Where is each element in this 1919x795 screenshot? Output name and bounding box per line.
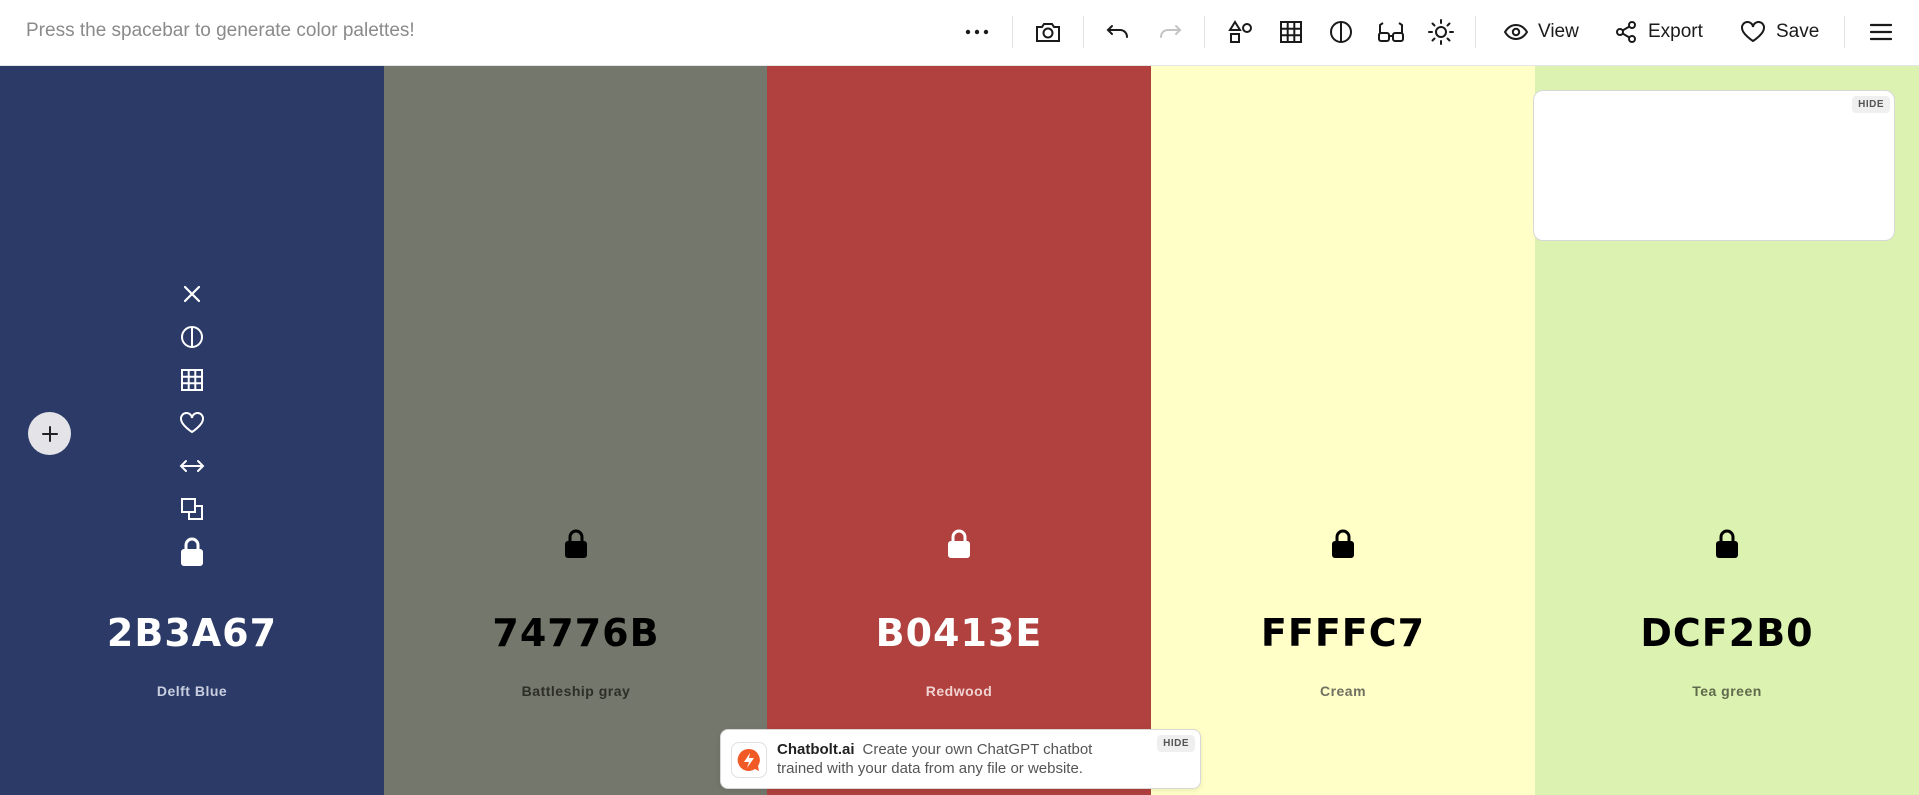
spacebar-hint: Press the spacebar to generate color pal… — [26, 20, 415, 41]
shades-button[interactable] — [172, 315, 212, 358]
top-toolbar: Press the spacebar to generate color pal… — [0, 0, 1919, 66]
lock-color-button[interactable] — [172, 530, 212, 573]
camera-button[interactable] — [1033, 14, 1063, 50]
menu-button[interactable] — [1867, 14, 1895, 50]
shapes-icon — [1228, 20, 1252, 43]
redo-button[interactable] — [1155, 14, 1185, 50]
grid-button[interactable] — [1276, 14, 1306, 50]
ad-box: HIDE — [1533, 90, 1895, 241]
color-hex[interactable]: 74776B — [384, 611, 768, 655]
toolbar-divider — [1012, 16, 1013, 48]
color-column[interactable]: FFFFC7 Cream — [1151, 66, 1535, 795]
close-icon — [183, 285, 201, 302]
column-tools — [172, 272, 212, 573]
contrast-button[interactable] — [1326, 14, 1356, 50]
lock-color-button[interactable] — [561, 528, 591, 560]
save-button[interactable]: Save — [1740, 14, 1819, 50]
banner-title: Chatbolt.ai — [777, 741, 855, 758]
theme-button[interactable] — [1426, 14, 1456, 50]
toolbar-divider — [1475, 16, 1476, 48]
color-name: Tea green — [1692, 683, 1762, 699]
contrast-icon — [181, 325, 203, 348]
sun-icon — [1428, 19, 1454, 45]
contrast-icon — [1330, 21, 1352, 43]
color-name: Cream — [1319, 683, 1367, 699]
add-color-button[interactable] — [28, 412, 71, 455]
color-column[interactable]: 74776B Battleship gray — [384, 66, 768, 795]
undo-icon — [1106, 25, 1128, 38]
plus-icon — [41, 425, 58, 442]
view-button[interactable]: View — [1504, 14, 1579, 50]
lock-icon — [181, 537, 203, 566]
export-label: Export — [1648, 21, 1703, 42]
heart-icon — [180, 411, 204, 433]
favorite-color-button[interactable] — [172, 401, 212, 444]
color-name: Delft Blue — [156, 683, 228, 699]
eye-icon — [1504, 23, 1528, 41]
hide-banner-button[interactable]: HIDE — [1157, 735, 1195, 752]
camera-icon — [1036, 23, 1060, 42]
copy-hex-button[interactable] — [172, 487, 212, 530]
redo-icon — [1160, 25, 1182, 38]
view-label: View — [1538, 21, 1579, 42]
chatbolt-logo — [731, 742, 767, 778]
more-options-button[interactable] — [962, 14, 992, 50]
lock-icon — [948, 529, 970, 558]
color-hex[interactable]: B0413E — [767, 611, 1151, 655]
toolbar-divider — [1083, 16, 1084, 48]
shapes-button[interactable] — [1226, 14, 1256, 50]
color-hex[interactable]: FFFFC7 — [1151, 611, 1535, 655]
toolbar-divider — [1844, 16, 1845, 48]
glasses-icon — [1378, 22, 1404, 42]
lock-color-button[interactable] — [1328, 528, 1358, 560]
save-label: Save — [1776, 21, 1820, 42]
heart-icon — [1741, 21, 1765, 43]
lock-icon — [1332, 529, 1354, 558]
drag-button[interactable] — [172, 444, 212, 487]
view-shades-button[interactable] — [172, 358, 212, 401]
remove-color-button[interactable] — [172, 272, 212, 315]
color-hex[interactable]: 2B3A67 — [0, 611, 384, 655]
sponsor-banner[interactable]: Chatbolt.ai Create your own ChatGPT chatb… — [720, 729, 1201, 789]
color-hex[interactable]: DCF2B0 — [1535, 611, 1919, 655]
copy-icon — [181, 497, 203, 520]
more-dots-icon — [965, 29, 989, 35]
color-column[interactable]: B0413E Redwood — [767, 66, 1151, 795]
chatbolt-bolt-icon — [737, 748, 760, 771]
export-button[interactable]: Export — [1614, 14, 1703, 50]
lock-icon — [1716, 529, 1738, 558]
hide-ad-button[interactable]: HIDE — [1852, 96, 1890, 113]
grid-icon — [1280, 21, 1302, 43]
color-blindness-button[interactable] — [1376, 14, 1406, 50]
lock-color-button[interactable] — [1712, 528, 1742, 560]
color-name: Redwood — [925, 683, 993, 699]
grid-icon — [181, 368, 203, 391]
color-name: Battleship gray — [521, 683, 631, 699]
lock-icon — [565, 529, 587, 558]
lock-color-button[interactable] — [944, 528, 974, 560]
arrows-horizontal-icon — [179, 459, 205, 472]
share-icon — [1616, 21, 1636, 43]
banner-text: Chatbolt.ai Create your own ChatGPT chatb… — [777, 740, 1137, 778]
toolbar-divider — [1204, 16, 1205, 48]
hamburger-icon — [1870, 23, 1892, 41]
undo-button[interactable] — [1103, 14, 1133, 50]
